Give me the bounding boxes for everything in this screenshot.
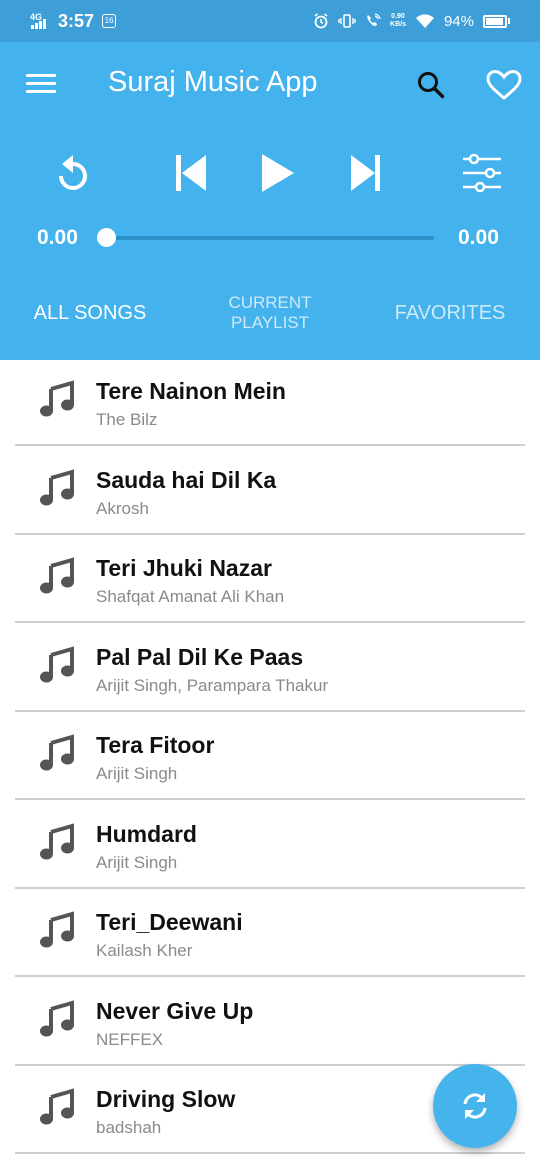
app-title: Suraj Music App	[108, 66, 318, 98]
song-title: Humdard	[96, 820, 197, 847]
song-title: Teri Jhuki Nazar	[96, 555, 272, 581]
song-list-item[interactable]: Tere Nainon Mein The Bilz	[15, 360, 525, 446]
music-note-icon	[40, 380, 74, 417]
previous-button[interactable]	[170, 150, 214, 196]
tab-current-playlist[interactable]: CURRENT PLAYLIST	[180, 278, 360, 348]
refresh-button[interactable]	[433, 1064, 517, 1148]
sync-icon	[463, 1093, 487, 1119]
tab-current-playlist-line1: CURRENT	[228, 293, 312, 312]
song-title: Tera Fitoor	[96, 732, 215, 758]
song-title: Tere Nainon Mein	[96, 378, 286, 404]
network-speed: 0.90 KB/s	[390, 13, 406, 29]
status-left: 4G 3:57 16	[30, 10, 117, 32]
song-artist: Arijit Singh	[96, 764, 178, 783]
battery-percent: 94%	[443, 12, 474, 30]
song-list-item[interactable]: Never Give Up NEFFEX	[15, 979, 525, 1066]
seek-thumb[interactable]	[97, 228, 116, 247]
song-title: Teri_Deewani	[96, 909, 243, 935]
song-title: Driving Slow	[96, 1086, 236, 1112]
menu-icon[interactable]	[26, 74, 56, 94]
music-note-icon	[40, 734, 74, 771]
song-artist: Arijit Singh, Parampara Thakur	[96, 675, 329, 695]
song-list-item[interactable]: Pal Pal Dil Ke Paas Arijit Singh, Parampa…	[15, 625, 525, 712]
speed-unit: KB/s	[390, 21, 406, 28]
next-button[interactable]	[345, 150, 389, 196]
tab-all-songs[interactable]: ALL SONGS	[0, 278, 180, 348]
tab-current-playlist-line2: PLAYLIST	[230, 313, 310, 332]
play-icon	[262, 154, 294, 192]
song-list-item[interactable]: Teri Jhuki Nazar Shafqat Amanat Ali Khan	[15, 537, 525, 623]
heart-icon[interactable]	[486, 69, 522, 101]
battery-icon	[483, 14, 510, 28]
play-button[interactable]	[256, 150, 300, 196]
status-right: 0.90 KB/s 94%	[313, 13, 510, 30]
seek-bar[interactable]	[106, 236, 434, 240]
status-bar: 4G 3:57 16 0.90 KB/s 94%	[0, 0, 540, 42]
music-note-icon	[40, 911, 74, 948]
song-list-item[interactable]: Tera Fitoor Arijit Singh	[15, 714, 525, 800]
song-artist: Akrosh	[96, 498, 149, 518]
replay-button[interactable]	[52, 150, 96, 196]
wifi-call-icon	[367, 13, 381, 26]
speed-value: 0.90	[391, 13, 405, 20]
notification-badge-icon: 16	[102, 14, 117, 28]
song-list-item[interactable]: Humdard Arijit Singh	[15, 802, 525, 889]
music-note-icon	[40, 557, 74, 594]
signal-icon: 4G	[30, 13, 50, 29]
song-artist: Kailash Kher	[96, 941, 193, 960]
app-header: Suraj Music App 0.00 0.00 ALL SONGS CURR…	[0, 42, 540, 360]
search-icon[interactable]	[416, 70, 446, 100]
song-artist: Shafqat Amanat Ali Khan	[96, 587, 285, 606]
song-title: Never Give Up	[96, 997, 254, 1024]
song-artist: NEFFEX	[96, 1029, 164, 1049]
music-note-icon	[40, 1088, 74, 1125]
music-note-icon	[40, 468, 74, 505]
equalizer-icon	[463, 153, 501, 193]
total-time: 0.00	[458, 226, 499, 249]
song-list-item[interactable]: Sauda hai Dil Ka Akrosh	[15, 448, 525, 535]
tab-bar: ALL SONGS CURRENT PLAYLIST FAVORITES	[0, 278, 540, 360]
skip-next-icon	[351, 155, 380, 191]
vibrate-icon	[338, 14, 356, 28]
status-time: 3:57	[58, 10, 95, 31]
replay-icon	[59, 155, 87, 190]
skip-previous-icon	[176, 155, 206, 191]
toolbar: Suraj Music App	[0, 42, 540, 128]
song-list[interactable]: Tere Nainon Mein The Bilz Sauda hai Dil Ka…	[0, 360, 540, 1170]
song-artist: badshah	[96, 1118, 162, 1137]
music-note-icon	[40, 999, 74, 1036]
music-note-icon	[40, 645, 74, 682]
seek-row: 0.00 0.00	[0, 220, 540, 256]
song-title: Sauda hai Dil Ka	[96, 466, 277, 493]
song-artist: The Bilz	[96, 410, 158, 429]
player-controls	[0, 150, 540, 200]
wifi-icon	[415, 14, 434, 28]
current-time: 0.00	[37, 226, 78, 249]
song-artist: Arijit Singh	[96, 852, 178, 872]
song-title: Pal Pal Dil Ke Paas	[96, 643, 304, 670]
tab-favorites[interactable]: FAVORITES	[360, 278, 540, 348]
music-note-icon	[40, 822, 74, 859]
equalizer-button[interactable]	[460, 150, 504, 196]
song-list-item[interactable]: Teri_Deewani Kailash Kher	[15, 891, 525, 977]
alarm-icon	[314, 13, 328, 29]
